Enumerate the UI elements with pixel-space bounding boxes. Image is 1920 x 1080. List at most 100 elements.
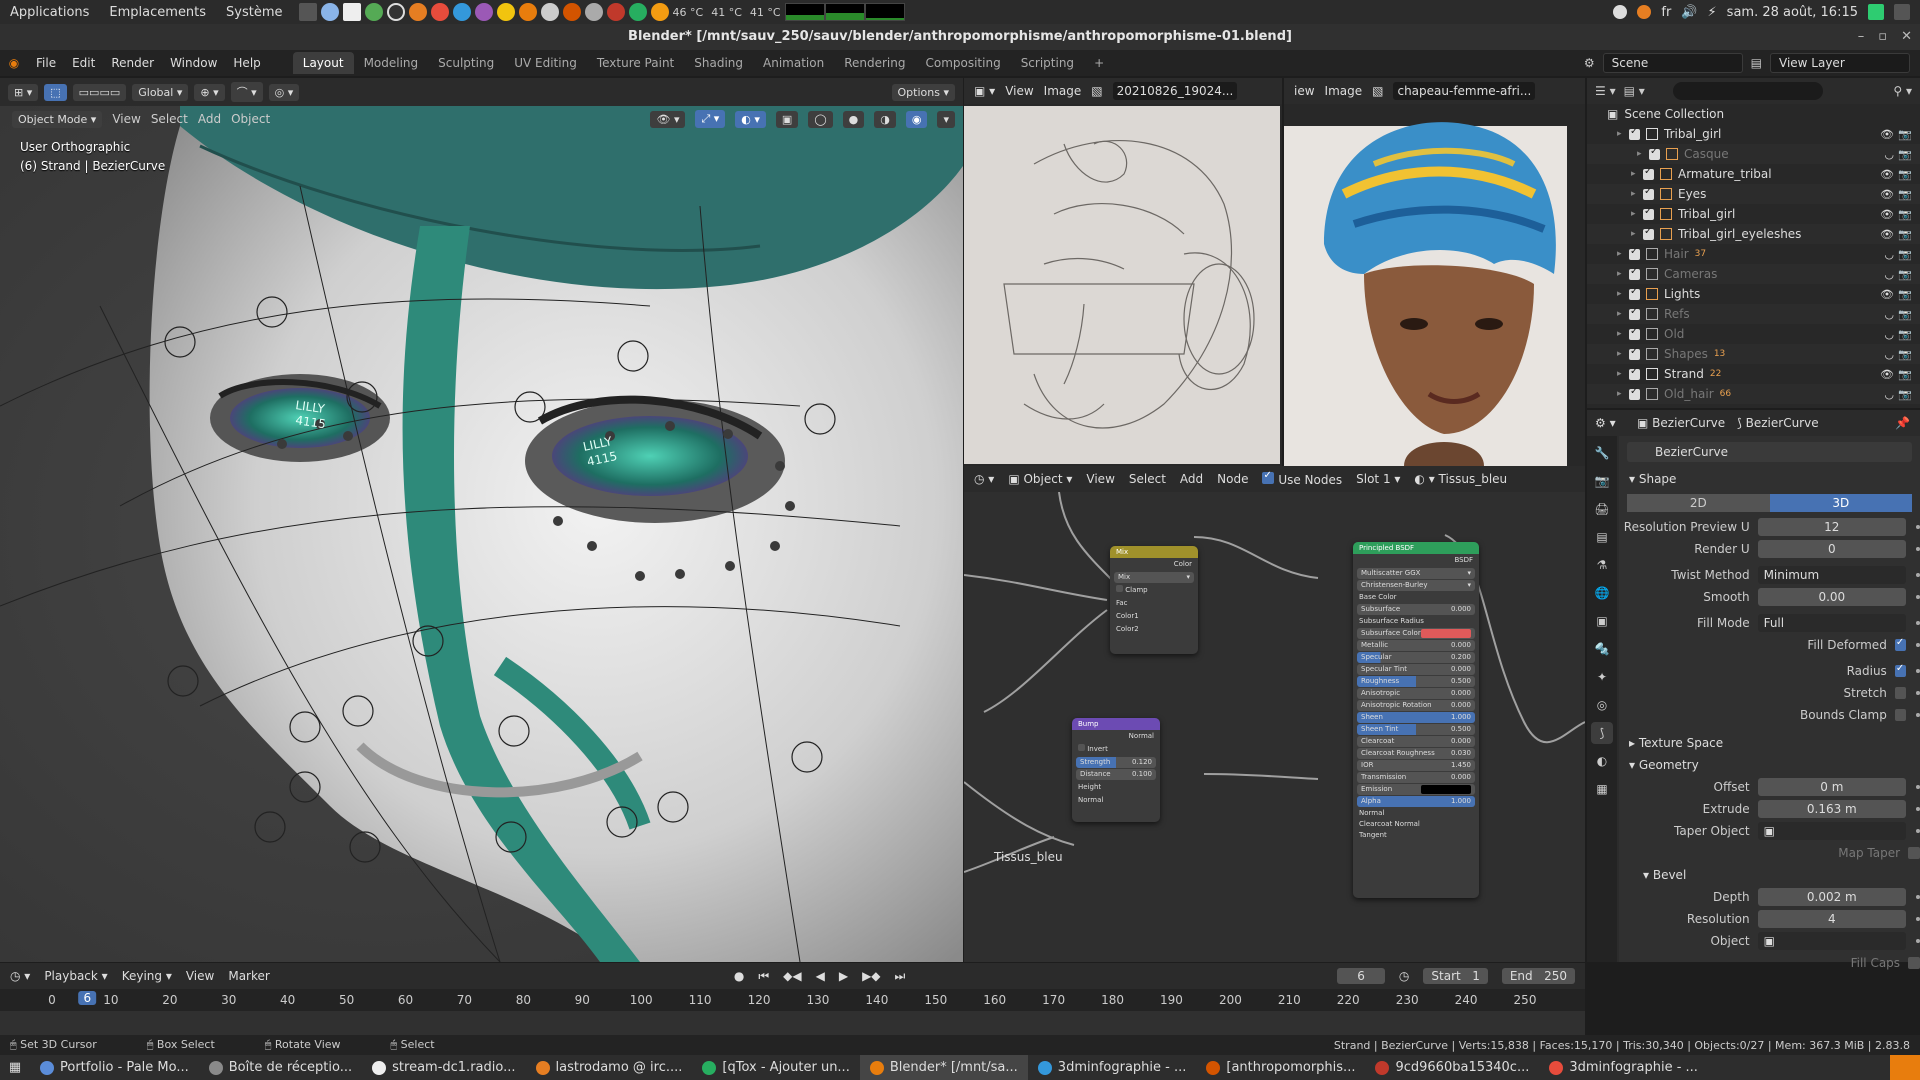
language-indicator[interactable]: fr — [1661, 5, 1671, 20]
tab-sculpting[interactable]: Sculpting — [428, 52, 504, 74]
outliner[interactable]: ☰ ▾ ▤ ▾ ⚲ ▾ ▣ Scene Collection ▸ Tribal_g… — [1587, 78, 1920, 408]
close-icon[interactable]: ✕ — [1901, 24, 1912, 50]
render-camera-icon[interactable]: 📷 — [1898, 288, 1912, 301]
visibility-eye-icon[interactable]: ◡ — [1884, 148, 1894, 161]
outliner-row[interactable]: ▸ Shapes 13 ◡ 📷 — [1587, 344, 1920, 364]
pin-icon[interactable]: 📌 — [1895, 416, 1910, 430]
xray-toggle[interactable]: ▣ — [775, 110, 799, 128]
panel-geometry[interactable]: ▾ Geometry — [1619, 754, 1920, 776]
exclude-checkbox[interactable] — [1643, 226, 1654, 240]
extrude-field[interactable]: 0.163 m — [1757, 800, 1907, 818]
render-camera-icon[interactable]: 📷 — [1898, 388, 1912, 401]
blender-logo-icon[interactable]: ◉ — [0, 56, 28, 70]
outliner-row[interactable]: ▸ Eyes 👁 📷 — [1587, 184, 1920, 204]
node-menu-node[interactable]: Node — [1217, 472, 1248, 486]
editor-type-button[interactable]: ⚙ ▾ — [1595, 416, 1616, 430]
end-frame-field[interactable]: End 250 — [1501, 968, 1575, 984]
tab-scripting[interactable]: Scripting — [1011, 52, 1084, 74]
offset-field[interactable]: 0 m — [1757, 778, 1907, 796]
snap-toggle[interactable]: ⌒ ▾ — [230, 82, 263, 102]
shader-node-editor[interactable]: ◷ ▾ ▣ Object ▾ View Select Add Node Use … — [964, 466, 1585, 962]
modifier-tab-icon[interactable]: 🔩 — [1591, 638, 1613, 660]
render-camera-icon[interactable]: 📷 — [1898, 228, 1912, 241]
taskbar-item[interactable]: stream-dc1.radio... — [362, 1055, 525, 1080]
files-icon[interactable] — [342, 3, 361, 21]
editor-type-button[interactable]: ▣ ▾ — [974, 84, 995, 98]
render-camera-icon[interactable]: 📷 — [1898, 208, 1912, 221]
editor-type-button[interactable]: ◷ ▾ — [10, 969, 30, 983]
breadcrumb-data[interactable]: ⟆ BezierCurve — [1737, 416, 1818, 430]
expand-arrow-icon[interactable]: ▸ — [1617, 289, 1629, 299]
bevel-object-field[interactable]: ▣ — [1757, 932, 1907, 950]
viewport-menu-view[interactable]: View — [112, 112, 140, 126]
visibility-dropdown[interactable]: 👁 ▾ — [650, 110, 686, 128]
bsdf-input-row[interactable]: IOR 1.450 — [1357, 760, 1475, 771]
tab-modeling[interactable]: Modeling — [354, 52, 429, 74]
menu-file[interactable]: File — [28, 56, 64, 70]
terminal-icon[interactable] — [298, 3, 317, 21]
tab-uv-editing[interactable]: UV Editing — [504, 52, 587, 74]
output-tab-icon[interactable]: 🖨 — [1591, 498, 1613, 520]
panel-bevel[interactable]: ▾ Bevel — [1619, 864, 1920, 886]
os-menu-applications[interactable]: Applications — [0, 5, 99, 20]
taper-object-field[interactable]: ▣ — [1757, 822, 1907, 840]
world-tab-icon[interactable]: 🌐 — [1591, 582, 1613, 604]
timeline-menu-view[interactable]: View — [186, 969, 214, 983]
menu-render[interactable]: Render — [103, 56, 162, 70]
expand-arrow-icon[interactable]: ▸ — [1617, 129, 1629, 139]
expand-arrow-icon[interactable]: ▸ — [1631, 209, 1643, 219]
shading-rendered[interactable]: ◉ — [905, 110, 928, 128]
bsdf-input-row[interactable]: Subsurface Radius — [1353, 616, 1479, 627]
menu-edit[interactable]: Edit — [64, 56, 103, 70]
outliner-row[interactable]: ▸ Tribal_girl_eyeleshes 👁 📷 — [1587, 224, 1920, 244]
scene-tab-icon[interactable]: ⚗ — [1591, 554, 1613, 576]
fill-deformed-checkbox[interactable] — [1894, 637, 1907, 651]
bsdf-input-row[interactable]: Roughness 0.500 — [1357, 676, 1475, 687]
tab-animation[interactable]: Animation — [753, 52, 834, 74]
app-icon[interactable] — [496, 3, 515, 21]
mix-rgb-node[interactable]: Mix Color Mix ▾ Clamp Fac Color1 Color2 — [1110, 546, 1198, 654]
bsdf-input-row[interactable]: Emission — [1357, 784, 1475, 795]
playhead[interactable]: 6 — [78, 991, 97, 1005]
bsdf-input-row[interactable]: Anisotropic Rotation 0.000 — [1357, 700, 1475, 711]
show-desktop-icon[interactable]: ▦ — [0, 1060, 30, 1075]
viewport-menu-object[interactable]: Object — [231, 112, 270, 126]
principled-bsdf-node[interactable]: Principled BSDF BSDF Multiscatter GGX ▾ C… — [1353, 542, 1479, 898]
image-editor-sketch[interactable]: ▣ ▾ View Image ▧ 20210826_19024... — [964, 78, 1282, 466]
render-camera-icon[interactable]: 📷 — [1898, 168, 1912, 181]
image-name-field[interactable]: 20210826_19024... — [1112, 82, 1238, 100]
menu-window[interactable]: Window — [162, 56, 225, 70]
outliner-row[interactable]: ▸ Old_hair 66 ◡ 📷 — [1587, 384, 1920, 404]
taskbar-item[interactable]: Boîte de réceptio... — [199, 1055, 362, 1080]
expand-arrow-icon[interactable]: ▸ — [1617, 249, 1629, 259]
outliner-row[interactable]: ▸ Cameras ◡ 📷 — [1587, 264, 1920, 284]
datablock-name-field[interactable]: BezierCurve — [1627, 442, 1912, 462]
render-camera-icon[interactable]: 📷 — [1898, 268, 1912, 281]
add-workspace-button[interactable]: + — [1084, 52, 1114, 74]
taskbar-item[interactable]: lastrodamo @ irc.... — [526, 1055, 693, 1080]
shading-solid[interactable]: ● — [842, 110, 865, 128]
next-keyframe-button[interactable]: ▶◆ — [862, 969, 880, 983]
shading-options[interactable]: ▾ — [937, 110, 955, 128]
expand-arrow-icon[interactable]: ▸ — [1631, 169, 1643, 179]
shading-wireframe[interactable]: ◯ — [808, 110, 833, 128]
exclude-checkbox[interactable] — [1629, 346, 1640, 360]
maximize-icon[interactable]: ▫ — [1878, 24, 1887, 50]
visibility-eye-icon[interactable]: ◡ — [1884, 348, 1894, 361]
tab-layout[interactable]: Layout — [292, 52, 354, 74]
visibility-eye-icon[interactable]: 👁 — [1880, 168, 1894, 181]
app-icon[interactable] — [606, 3, 625, 21]
color-swatch[interactable] — [1421, 629, 1471, 638]
taskbar-item[interactable]: [qTox - Ajouter un... — [692, 1055, 859, 1080]
expand-arrow-icon[interactable]: ▸ — [1617, 329, 1629, 339]
bsdf-input-row[interactable]: Transmission 0.000 — [1357, 772, 1475, 783]
clock[interactable]: sam. 28 août, 16:15 — [1727, 5, 1858, 20]
app-icon[interactable] — [628, 3, 647, 21]
mode-dropdown[interactable]: Object Mode ▾ — [12, 110, 103, 128]
app-icon[interactable] — [540, 3, 559, 21]
subsurface-method-dropdown[interactable]: Christensen-Burley ▾ — [1357, 580, 1475, 591]
panel-texture-space[interactable]: ▸ Texture Space — [1619, 732, 1920, 754]
invert-checkbox[interactable]: Invert — [1072, 743, 1160, 756]
tab-texture-paint[interactable]: Texture Paint — [587, 52, 684, 74]
app-icon[interactable] — [386, 3, 405, 21]
